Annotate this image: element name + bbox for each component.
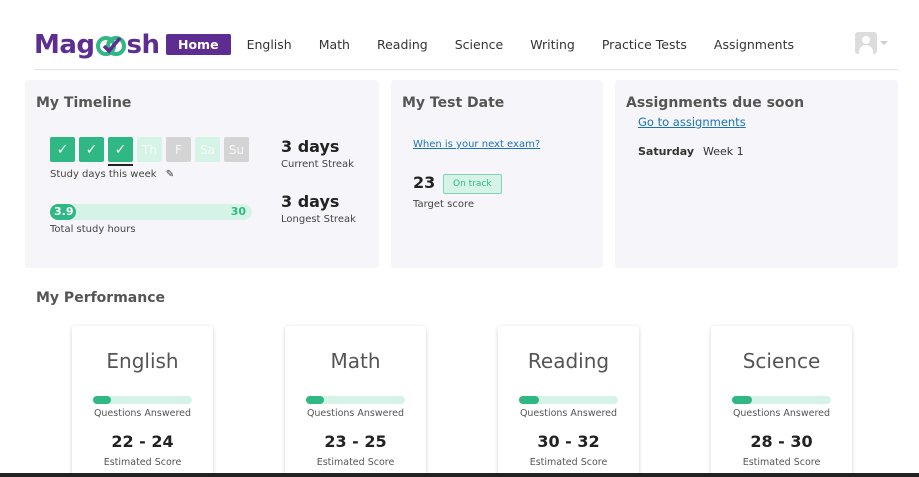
study-hours-label: Total study hours [50, 224, 136, 235]
questions-answered-fill [519, 396, 539, 404]
assignment-week[interactable]: Week 1 [703, 145, 744, 158]
nav-math[interactable]: Math [319, 34, 350, 55]
performance-card-reading[interactable]: Reading Questions Answered 30 - 32 Estim… [498, 326, 639, 477]
logo-text-right: sh [126, 30, 161, 60]
nav-assignments[interactable]: Assignments [714, 34, 794, 55]
estimated-score-value: 28 - 30 [750, 432, 813, 451]
day-sat[interactable]: Sa [195, 137, 220, 162]
questions-answered-fill [93, 396, 111, 404]
day-tue[interactable]: ✓ [79, 137, 104, 162]
study-hours-bar: 3.9 30 [50, 204, 252, 220]
estimated-score-label: Estimated Score [529, 457, 608, 468]
target-score-label: Target score [413, 199, 474, 210]
pencil-icon[interactable]: ✎ [166, 169, 174, 180]
user-avatar-icon[interactable] [855, 32, 877, 54]
subject-name: Science [742, 349, 821, 373]
today-indicator [108, 164, 133, 166]
logo-check-icon [95, 33, 126, 57]
nav-english[interactable]: English [247, 34, 292, 55]
subject-name: Math [330, 349, 381, 373]
current-streak-value: 3 days [281, 137, 340, 156]
longest-streak-label: Longest Streak [281, 214, 356, 225]
nav-divider [34, 69, 898, 70]
questions-answered-fill [306, 396, 324, 404]
subject-name: Reading [527, 349, 610, 373]
performance-card-math[interactable]: Math Questions Answered 23 - 25 Estimate… [285, 326, 426, 477]
target-score-value: 23 [413, 173, 436, 192]
performance-card-science[interactable]: Science Questions Answered 28 - 30 Estim… [711, 326, 852, 477]
nav-writing[interactable]: Writing [530, 34, 575, 55]
questions-answered-label: Questions Answered [519, 408, 618, 419]
user-menu[interactable] [855, 32, 888, 54]
study-days: ✓ ✓ ✓ Th F Sa Su [50, 137, 253, 162]
questions-answered-fill [732, 396, 752, 404]
questions-answered-label: Questions Answered [732, 408, 831, 419]
day-sun[interactable]: Su [224, 137, 249, 162]
estimated-score-value: 23 - 25 [324, 432, 387, 451]
chevron-down-icon[interactable] [880, 41, 888, 45]
go-to-assignments-link[interactable]: Go to assignments [638, 115, 746, 129]
day-fri[interactable]: F [166, 137, 191, 162]
window-bottom-edge [0, 473, 919, 477]
performance-title: My Performance [36, 290, 166, 306]
questions-answered-bar [519, 396, 618, 404]
status-badge: On track [443, 174, 502, 194]
timeline-title: My Timeline [36, 95, 132, 111]
estimated-score-label: Estimated Score [103, 457, 182, 468]
assignment-day: Saturday [638, 145, 694, 158]
timeline-card: My Timeline ✓ ✓ ✓ Th F Sa Su Study days … [25, 80, 379, 268]
subject-name: English [106, 349, 179, 373]
study-days-label-row: Study days this week ✎ [50, 169, 174, 180]
magoosh-logo[interactable]: Mag sh [34, 30, 160, 60]
nav-home[interactable]: Home [166, 34, 231, 55]
day-wed[interactable]: ✓ [108, 137, 133, 162]
longest-streak-value: 3 days [281, 192, 340, 211]
next-exam-link[interactable]: When is your next exam? [413, 139, 540, 150]
study-hours-value: 3.9 [54, 205, 74, 218]
estimated-score-label: Estimated Score [316, 457, 395, 468]
test-date-title: My Test Date [402, 95, 505, 111]
performance-card-english[interactable]: English Questions Answered 22 - 24 Estim… [72, 326, 213, 477]
estimated-score-value: 22 - 24 [111, 432, 174, 451]
study-days-label: Study days this week [50, 169, 157, 180]
study-hours-goal: 30 [230, 205, 246, 218]
estimated-score-value: 30 - 32 [537, 432, 600, 451]
logo-text-left: Mag [34, 30, 95, 60]
nav-practice-tests[interactable]: Practice Tests [602, 34, 687, 55]
day-thu[interactable]: Th [137, 137, 162, 162]
questions-answered-bar [93, 396, 192, 404]
test-date-card: My Test Date When is your next exam? 23 … [391, 80, 603, 268]
top-navigation: Mag sh Home English Math Reading Science… [0, 0, 919, 70]
questions-answered-label: Questions Answered [93, 408, 192, 419]
current-streak-label: Current Streak [281, 159, 354, 170]
assignments-title: Assignments due soon [626, 95, 805, 111]
nav-reading[interactable]: Reading [377, 34, 428, 55]
estimated-score-label: Estimated Score [742, 457, 821, 468]
questions-answered-bar [306, 396, 405, 404]
main-nav: Home English Math Reading Science Writin… [166, 34, 821, 55]
nav-science[interactable]: Science [455, 34, 503, 55]
assignments-card: Assignments due soon Go to assignments S… [615, 80, 898, 268]
day-mon[interactable]: ✓ [50, 137, 75, 162]
questions-answered-bar [732, 396, 831, 404]
questions-answered-label: Questions Answered [306, 408, 405, 419]
